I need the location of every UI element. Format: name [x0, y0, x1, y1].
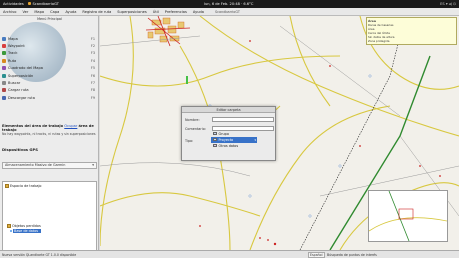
type-label: Tipo: [185, 139, 194, 143]
main-menu-item-download[interactable]: Descargar ruta F9 [2, 94, 97, 101]
waypoint-icon [2, 44, 6, 49]
menu-preferences[interactable]: Preferencias [162, 10, 190, 14]
main-menu-item-waypoint[interactable]: Waypoint F2 [2, 42, 97, 49]
gps-device-select[interactable]: Almacenamiento Masivo de Garmin ▾ [2, 162, 97, 169]
upload-icon [2, 88, 6, 93]
main-menu-item-map[interactable]: Mapa F1 [2, 35, 97, 42]
menu-view[interactable]: Ver [19, 10, 31, 14]
route-icon [2, 58, 6, 63]
map-info-box: Área Rocas de Casarias Área Cerca del lí… [366, 17, 457, 45]
menu-overlays[interactable]: Superposiciones [114, 10, 149, 14]
overview-map[interactable] [368, 190, 448, 242]
dialog-title: Editar carpeta [182, 107, 275, 113]
app-menu-button[interactable]: ScandbarrioGT [28, 2, 59, 6]
comment-label: Comentario: [185, 127, 206, 131]
gps-devices-title: Dispositivos GPS [2, 147, 39, 152]
system-tray[interactable]: ES ▾ ◂) ⏻ [440, 2, 456, 6]
workarea-hint: No hay waypoints, ni tracks, ni rutas y … [2, 132, 96, 136]
app-name: ScandbarrioGT [32, 1, 59, 6]
desktop: Actividades ScandbarrioGT lun, 6 de Feb.… [0, 0, 459, 258]
type-option-group[interactable]: Grupo [211, 131, 257, 137]
status-update-message: Nueva versión QLandkarte GT 1.0.0 dispon… [2, 253, 77, 257]
type-option-other[interactable]: Otros datos [211, 143, 257, 149]
workspace-tree[interactable]: Espacio de trabajo Objetos perdidos Base… [2, 181, 97, 258]
group-icon [213, 132, 217, 136]
project-icon [213, 138, 217, 142]
main-menu-title: Menú Principal [37, 17, 62, 21]
workarea-link[interactable]: Ocupar [64, 124, 77, 128]
tree-node-database[interactable]: Base de datos [9, 229, 42, 233]
tree-node-lost-objects[interactable]: Objetos perdidos [7, 224, 41, 228]
menu-file[interactable]: Archivo [0, 10, 19, 14]
overview-drawing [368, 190, 448, 242]
main-menu-item-overlay[interactable]: Superposición F6 [2, 72, 97, 79]
main-menu-item-map-square[interactable]: Cuadrado del Mapa F5 [2, 65, 97, 72]
menu-map[interactable]: Mapa [31, 10, 47, 14]
tree-node-workspace[interactable]: Espacio de trabajo [5, 184, 41, 188]
menu-layer[interactable]: Capa [47, 10, 62, 14]
window-title: ScandbarrioGT [215, 10, 240, 14]
green-marker [186, 76, 188, 84]
map-square-icon [2, 66, 6, 71]
download-icon [2, 95, 6, 100]
workarea-heading: Elementos del área de trabajo Ocupar áre… [2, 124, 94, 132]
search-icon [2, 81, 6, 86]
main-menu-item-route[interactable]: Ruta F4 [2, 57, 97, 64]
statusbar: Nueva versión QLandkarte GT 1.0.0 dispon… [0, 250, 459, 258]
main-menu-item-track[interactable]: Track F3 [2, 50, 97, 57]
map-icon [2, 36, 6, 41]
clock[interactable]: lun, 6 de Feb. 20:48 · 6.6°C [204, 2, 253, 6]
other-data-icon [213, 144, 217, 148]
app-icon [28, 2, 31, 5]
language-select[interactable]: Español [308, 252, 325, 258]
menu-util[interactable]: Útil [150, 10, 162, 14]
chevron-down-icon: ▾ [92, 163, 94, 167]
left-panel: Menú Principal Mapa F1 Waypoint F2 Track… [0, 16, 99, 258]
activities-button[interactable]: Actividades [3, 2, 24, 6]
type-option-project[interactable]: Proyecto ▾ [211, 137, 257, 143]
name-input[interactable] [212, 117, 274, 122]
database-icon [9, 229, 13, 233]
overlay-icon [2, 73, 6, 78]
folder-icon [5, 184, 9, 188]
menu-help-1[interactable]: Ayuda [62, 10, 79, 14]
name-label: Nombre: [185, 118, 200, 122]
main-menu-item-search[interactable]: Buscar F7 [2, 79, 97, 86]
edit-folder-dialog: Editar carpeta Nombre: Comentario: Tipo:… [181, 106, 276, 161]
folder-icon [7, 224, 11, 228]
chevron-down-icon: ▾ [254, 137, 256, 142]
main-menu: Mapa F1 Waypoint F2 Track F3 Ruta F4 Cua… [2, 35, 97, 102]
system-topbar: Actividades ScandbarrioGT lun, 6 de Feb.… [0, 0, 459, 8]
menu-route-log[interactable]: Registro de ruta [79, 10, 114, 14]
status-mode: Búsqueda de puntos de interés [327, 253, 377, 257]
menu-help-2[interactable]: Ayuda [190, 10, 207, 14]
track-icon [2, 51, 6, 56]
menubar: Archivo Ver Mapa Capa Ayuda Registro de … [0, 8, 459, 16]
main-menu-item-upload[interactable]: Cargar ruta F8 [2, 87, 97, 94]
